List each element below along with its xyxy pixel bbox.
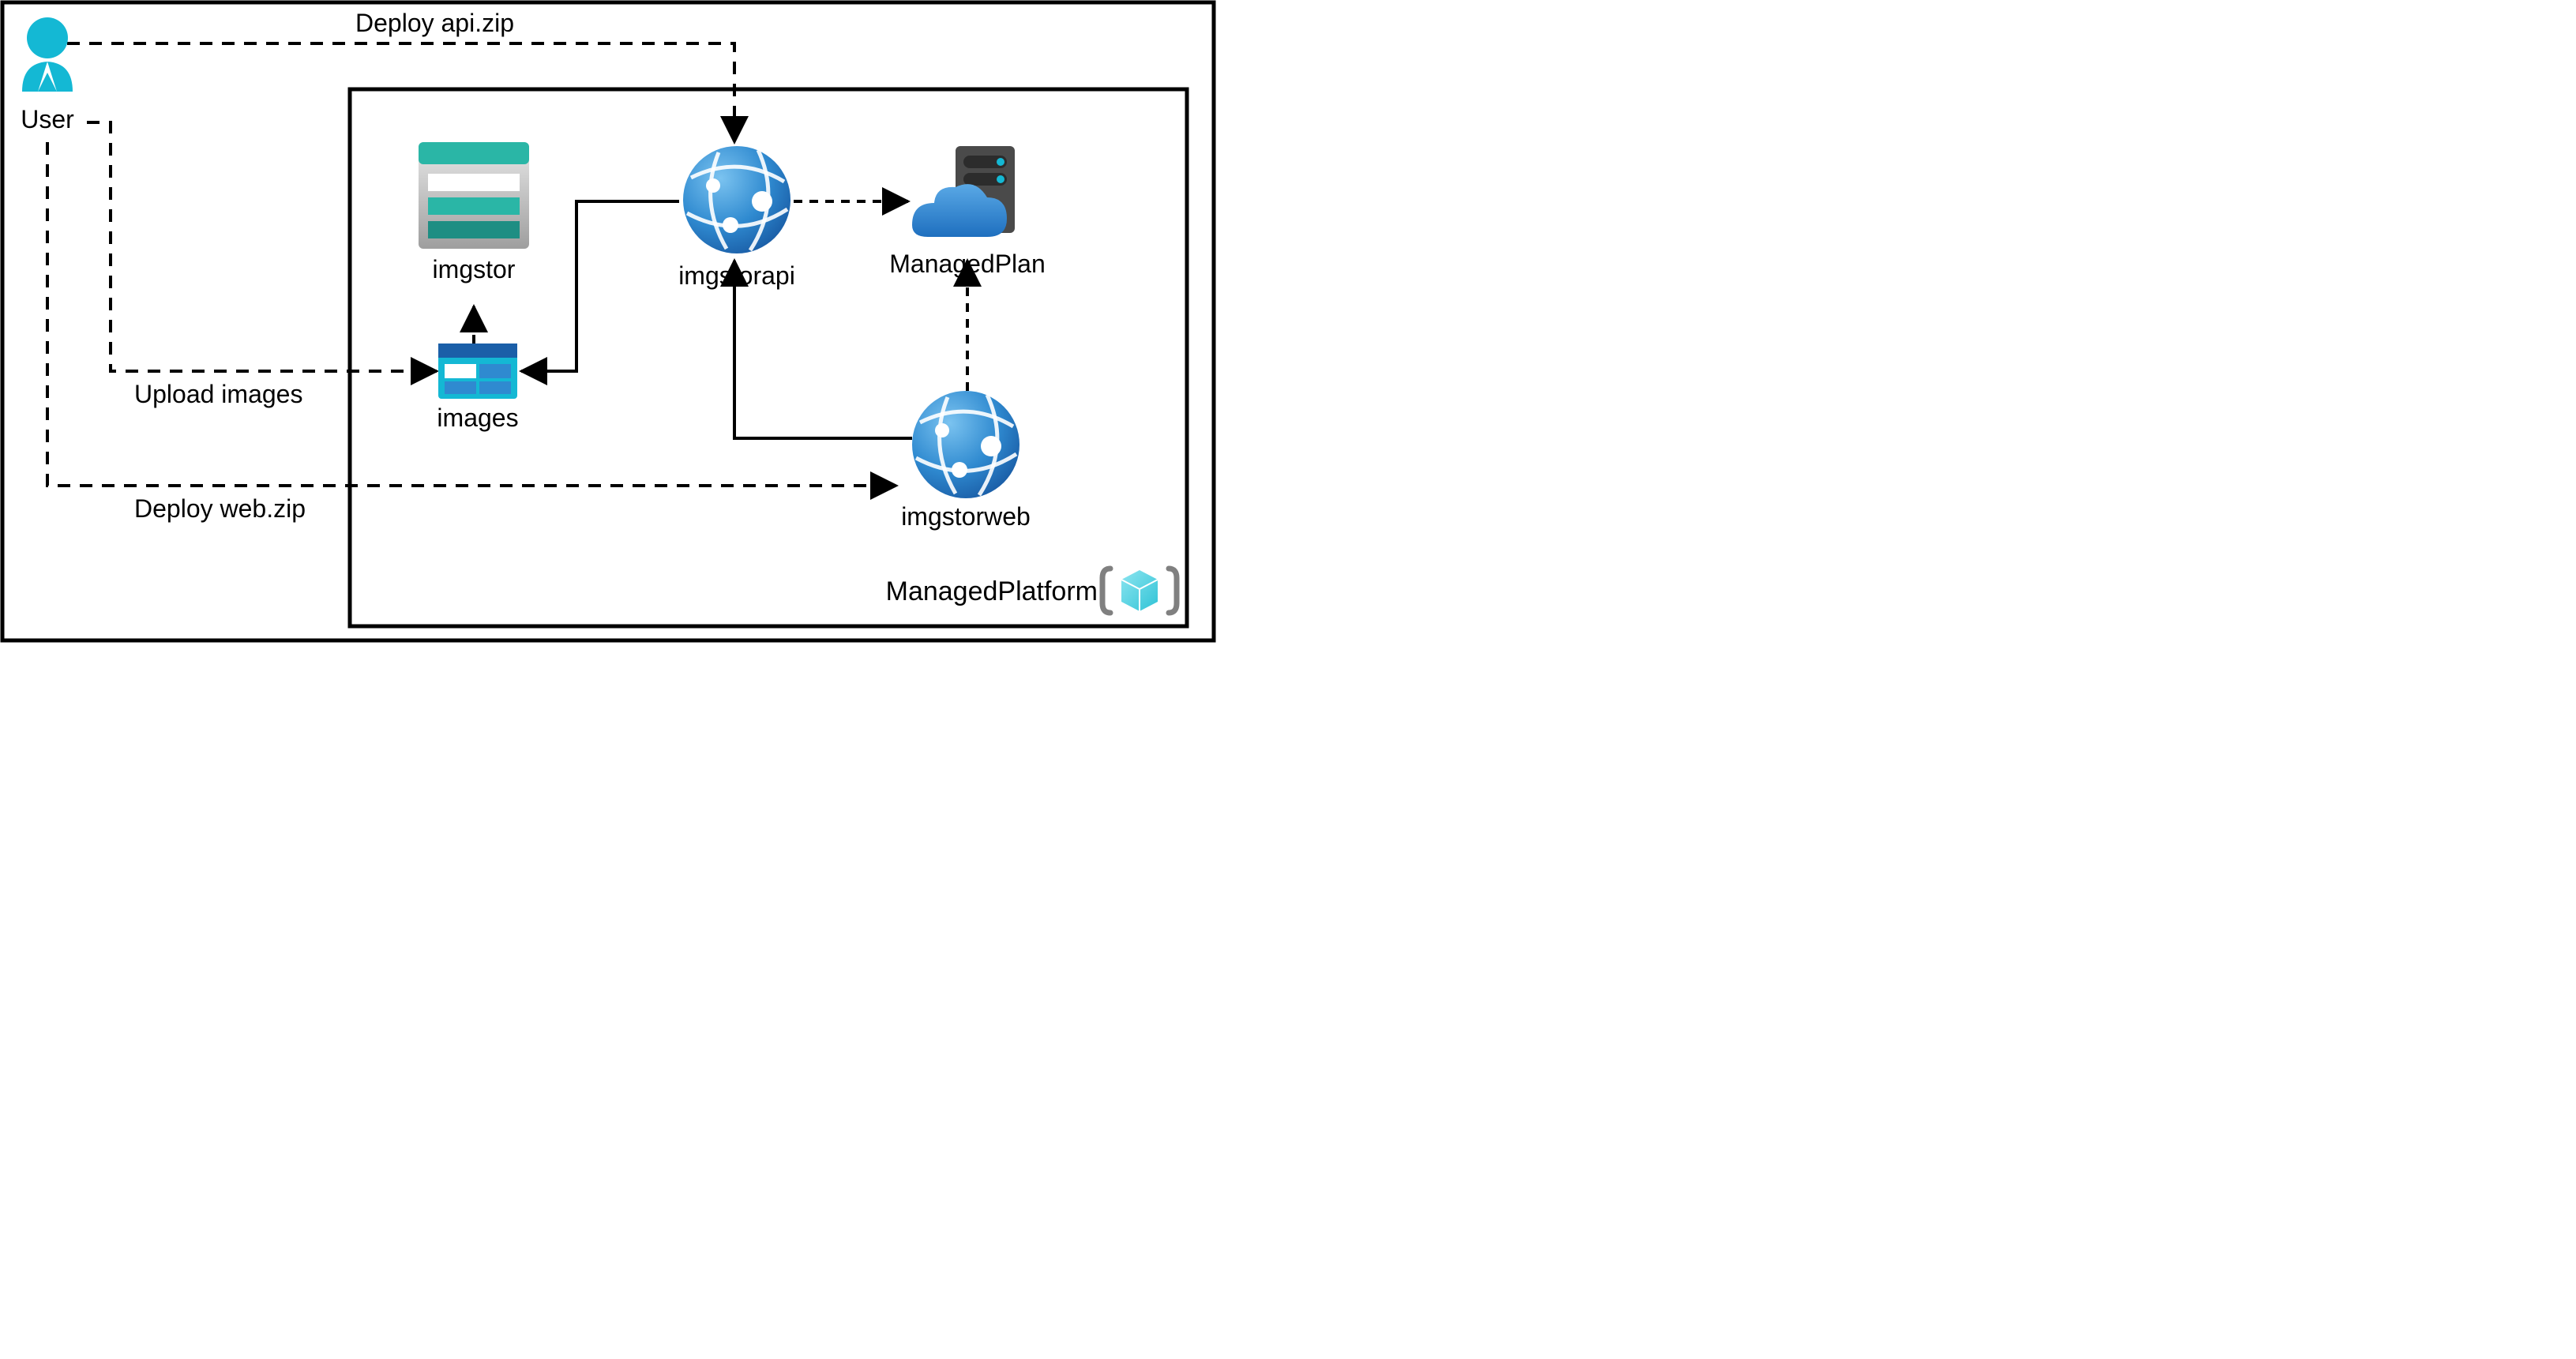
edge-api-to-images [521,201,679,371]
imgstorapi-label: imgstorapi [678,261,795,290]
diagram-frame [2,2,1214,640]
upload-images-label: Upload images [134,380,302,408]
imgstorapi-icon [683,146,790,253]
managedplan-icon [912,146,1015,237]
deploy-web-label: Deploy web.zip [134,494,306,523]
imgstor-icon [419,142,529,249]
user-label: User [21,105,74,133]
images-icon [438,344,517,399]
edge-deploy-api [67,43,734,142]
imgstor-label: imgstor [433,255,516,283]
managedplatform-icon [1102,569,1177,613]
managedplan-label: ManagedPlan [889,250,1045,278]
edge-upload-images [87,122,437,371]
managedplatform-label: ManagedPlatform [886,576,1098,606]
images-label: images [437,404,518,432]
imgstorweb-label: imgstorweb [901,502,1031,531]
user-icon [22,17,73,92]
deploy-api-label: Deploy api.zip [355,9,514,37]
imgstorweb-icon [912,391,1020,498]
